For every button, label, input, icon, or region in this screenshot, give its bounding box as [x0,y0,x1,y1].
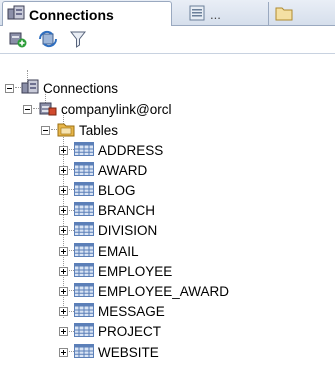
filter-icon[interactable] [68,29,88,49]
expand-toggle[interactable] [59,307,68,317]
tree-node-table[interactable]: PROJECT [59,322,161,342]
expand-toggle[interactable] [59,185,68,195]
tree-node-table[interactable]: BLOG [59,180,136,200]
expand-toggle[interactable] [59,246,68,256]
tree-node-label: AWARD [98,162,148,178]
folder-icon [57,120,75,141]
table-icon [74,262,94,280]
tree-node-label: BLOG [98,182,136,198]
tree-node-label: MESSAGE [98,304,165,320]
table-icon [74,343,94,361]
tree-node-table[interactable]: EMAIL [59,241,139,261]
tree-node-label: ADDRESS [98,142,164,158]
tab-reports[interactable]: ... [182,2,262,26]
toolbar-divider [0,53,335,54]
database-connection-icon [39,99,57,120]
table-icon [74,141,94,159]
table-icon [74,181,94,199]
connections-db-icon [7,4,25,25]
expand-toggle[interactable] [59,145,68,155]
refresh-icon[interactable] [38,29,58,49]
tree-node-table[interactable]: AWARD [59,160,147,180]
tree-node-table[interactable]: BRANCH [59,201,155,221]
expand-toggle[interactable] [59,286,68,296]
tree-node-label: Tables [79,122,119,138]
tree-node-table[interactable]: DIVISION [59,221,157,241]
tree-node-table[interactable]: EMPLOYEE_AWARD [59,281,229,301]
table-icon [74,242,94,260]
tree-node-label: DIVISION [98,223,158,239]
table-icon [74,303,94,320]
table-icon [74,161,94,179]
expand-toggle[interactable] [59,347,68,357]
collapse-toggle[interactable] [41,125,50,135]
table-icon [74,282,94,300]
collapse-toggle[interactable] [23,104,32,114]
add-connection-icon[interactable] [8,29,28,49]
table-icon [74,323,94,340]
tree-node-label: WEBSITE [98,344,159,360]
expand-toggle[interactable] [59,266,68,276]
expand-toggle[interactable] [59,165,68,175]
tree-node-label: EMAIL [98,243,139,259]
tree-node-label: BRANCH [98,203,156,219]
tree-node-table[interactable]: ADDRESS [59,140,163,160]
connections-toolbar [0,26,335,52]
tree-node-table[interactable]: EMPLOYEE [59,261,172,281]
tab-files[interactable] [268,2,328,26]
expand-toggle[interactable] [59,327,68,337]
tree-node-connections[interactable]: Connections [5,78,118,98]
folder-icon [275,4,293,25]
tree-node-label: EMPLOYEE [98,263,173,279]
table-icon [74,222,94,239]
table-icon [74,202,94,219]
tree-node-label: companylink@orcl [61,101,172,117]
tree-node-connection[interactable]: companylink@orcl [23,99,172,119]
tab-reports-label: ... [210,6,221,22]
tree-node-table[interactable]: WEBSITE [59,342,159,362]
expand-toggle[interactable] [59,226,68,236]
tab-connections[interactable]: Connections [2,1,172,27]
report-icon [188,4,206,25]
collapse-toggle[interactable] [5,83,14,93]
tab-strip: Connections ... [0,0,335,27]
connections-db-icon [21,78,39,99]
tab-connections-label: Connections [29,6,114,23]
tree-node-table[interactable]: MESSAGE [59,302,165,322]
tree-node-label: Connections [43,80,119,96]
tree-node-label: PROJECT [98,324,162,340]
tree-node-label: EMPLOYEE_AWARD [98,283,230,299]
tree-node-tables-folder[interactable]: Tables [41,120,118,140]
expand-toggle[interactable] [59,206,68,216]
